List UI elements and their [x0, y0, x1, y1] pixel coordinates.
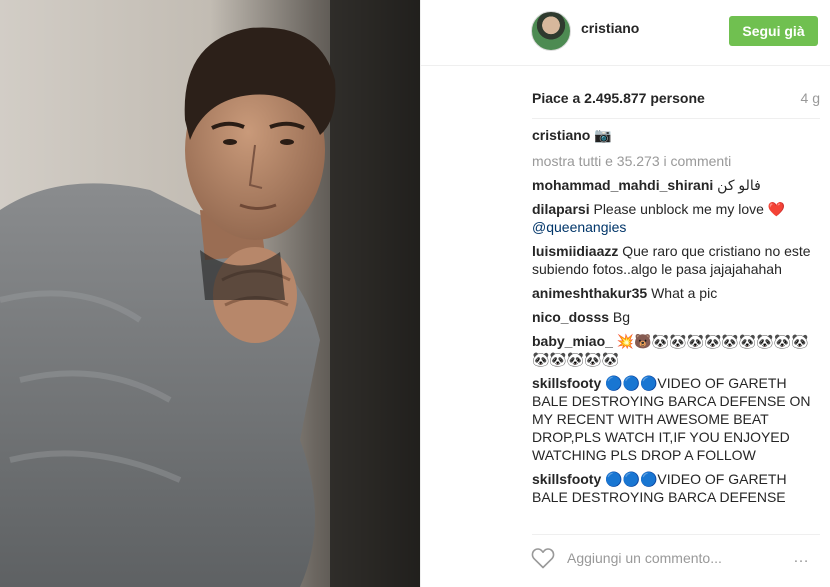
- caption-username[interactable]: cristiano: [532, 127, 590, 143]
- author-username[interactable]: cristiano: [581, 20, 639, 36]
- likes-row: Piace a 2.495.877 persone 4 g: [532, 90, 820, 110]
- comment-text: Bg: [612, 309, 631, 325]
- list-item: skillsfooty 🔵🔵🔵VIDEO OF GARETH BALE DEST…: [532, 470, 817, 506]
- comments-list[interactable]: cristiano 📷 mostra tutti e 35.273 i comm…: [532, 126, 817, 524]
- heart-icon[interactable]: [531, 547, 555, 569]
- comment-username[interactable]: animeshthakur35: [532, 285, 647, 301]
- comment-username[interactable]: nico_dosss: [532, 309, 609, 325]
- avatar[interactable]: [531, 11, 571, 51]
- portrait-image: [0, 0, 420, 587]
- comment-username[interactable]: dilaparsi: [532, 201, 590, 217]
- list-item: dilaparsi Please unblock me my love ❤️ @…: [532, 200, 817, 236]
- add-comment-input[interactable]: [567, 548, 777, 568]
- list-item: skillsfooty 🔵🔵🔵VIDEO OF GARETH BALE DEST…: [532, 374, 817, 464]
- more-options-icon[interactable]: …: [793, 549, 810, 567]
- comment-text: فالو کن: [717, 177, 761, 193]
- list-item: baby_miao_ 💥🐻🐼🐼🐼🐼🐼🐼🐼🐼🐼🐼🐼🐼🐼🐼: [532, 332, 817, 368]
- divider: [532, 534, 820, 535]
- camera-emoji: 📷: [594, 127, 612, 143]
- mention-link[interactable]: @queenangies: [532, 218, 817, 236]
- comment-text: What a pic: [651, 285, 718, 301]
- comment-username[interactable]: baby_miao_: [532, 333, 613, 349]
- caption: cristiano 📷: [532, 126, 817, 144]
- post-header: cristiano Segui già: [421, 0, 830, 66]
- list-item: animeshthakur35 What a pic: [532, 284, 817, 302]
- list-item: nico_dosss Bg: [532, 308, 817, 326]
- list-item: luismiidiaazz Que raro que cristiano no …: [532, 242, 817, 278]
- view-all-comments-link[interactable]: mostra tutti e 35.273 i commenti: [532, 152, 817, 170]
- post-sidebar: cristiano Segui già Piace a 2.495.877 pe…: [420, 0, 830, 587]
- post-photo[interactable]: [0, 0, 420, 587]
- comment-username[interactable]: mohammad_mahdi_shirani: [532, 177, 713, 193]
- divider: [532, 118, 820, 119]
- comment-text: Please unblock me my love ❤️: [593, 201, 786, 217]
- follow-button[interactable]: Segui già: [729, 16, 818, 46]
- list-item: mohammad_mahdi_shirani فالو کن: [532, 176, 817, 194]
- post-time[interactable]: 4 g: [801, 90, 820, 106]
- comment-username[interactable]: skillsfooty: [532, 471, 601, 487]
- comment-username[interactable]: skillsfooty: [532, 375, 601, 391]
- likes-count[interactable]: Piace a 2.495.877 persone: [532, 90, 705, 106]
- comment-username[interactable]: luismiidiaazz: [532, 243, 618, 259]
